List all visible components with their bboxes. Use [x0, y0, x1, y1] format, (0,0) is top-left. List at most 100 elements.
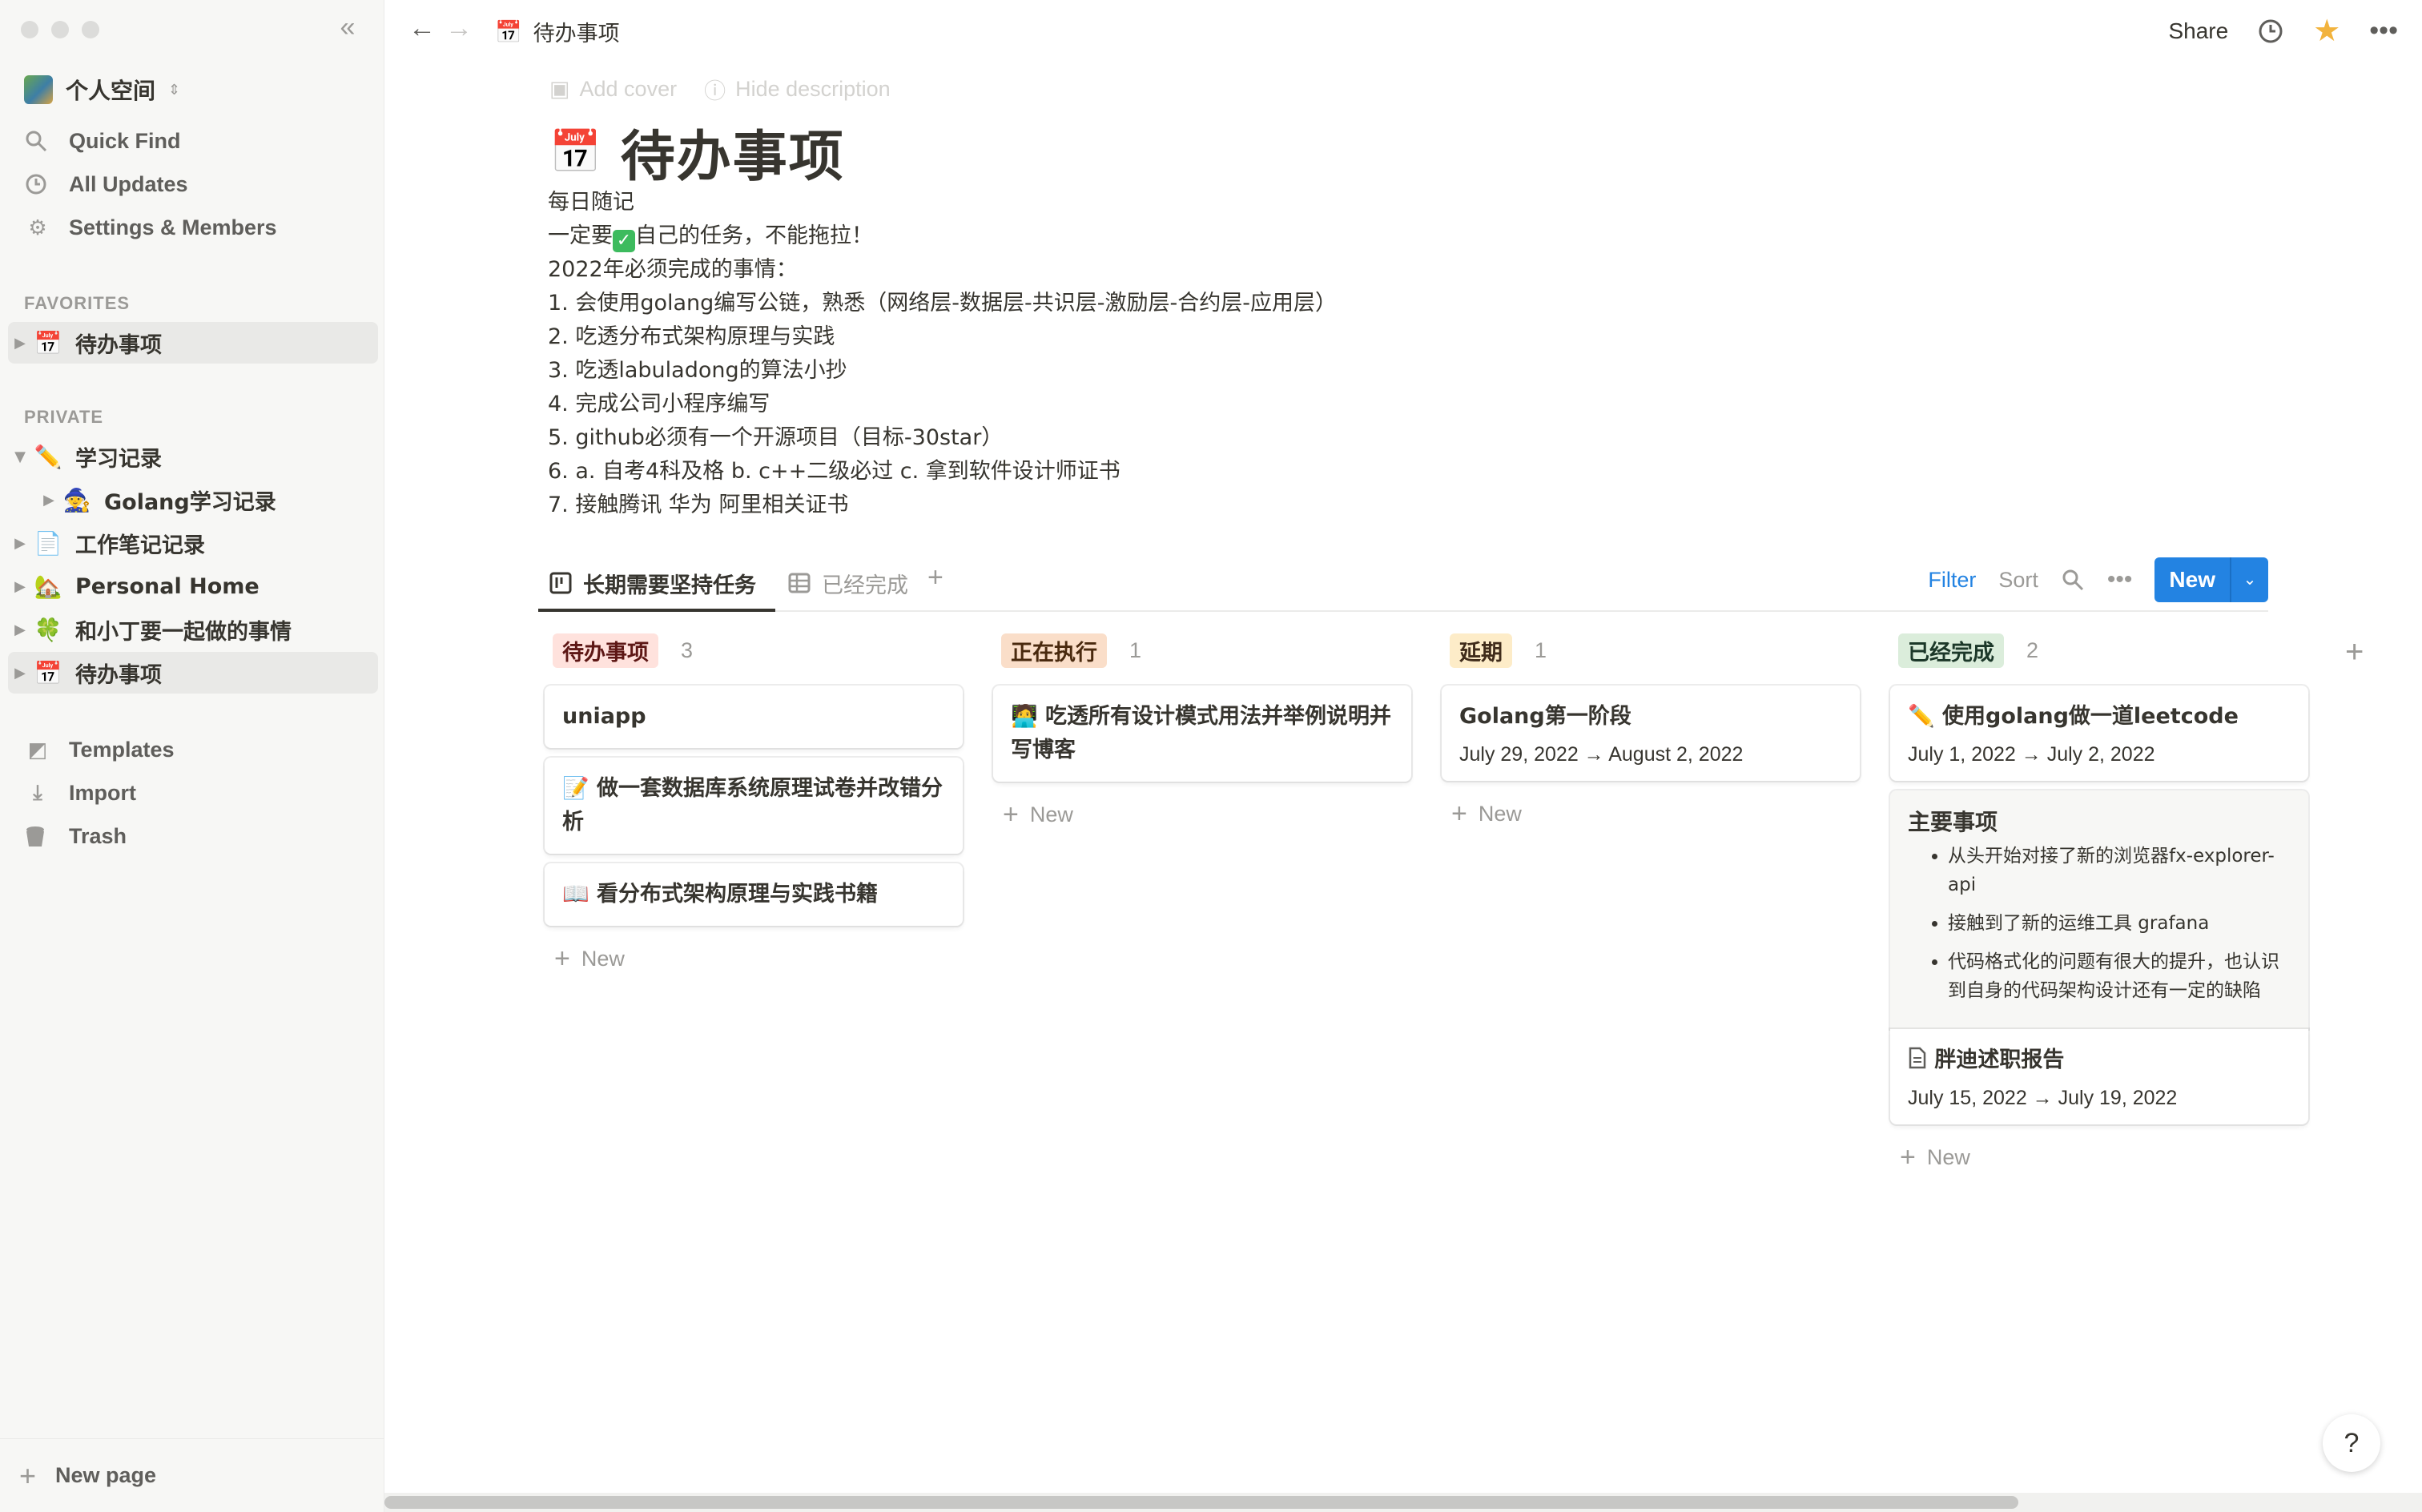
plus-icon: + [1900, 1142, 1916, 1172]
tab-table-view[interactable]: 已经完成 [788, 564, 908, 602]
board-card[interactable]: uniapp [545, 686, 963, 748]
column-header[interactable]: 待办事项 3 [545, 633, 963, 668]
hide-description-button[interactable]: ⓘ Hide description [704, 74, 891, 105]
breadcrumb[interactable]: 📅 待办事项 [495, 16, 620, 47]
board-card[interactable]: 📖 看分布式架构原理与实践书籍 [545, 863, 963, 926]
topbar: ← → 📅 待办事项 Share ★ ••• [384, 0, 2422, 61]
breadcrumb-page-title: 待办事项 [533, 22, 620, 46]
new-record-button[interactable]: New [2154, 557, 2230, 602]
settings-members-button[interactable]: ⚙ Settings & Members [24, 211, 276, 243]
description-line: 2. 吃透分布式架构原理与实践 [548, 324, 835, 349]
sidebar-item-shared-plans[interactable]: ▶ 🍀 和小丁要一起做的事情 [8, 609, 378, 650]
column-header[interactable]: 延期 1 [1442, 633, 1860, 668]
plus-icon: + [1451, 798, 1467, 829]
search-icon[interactable] [2061, 568, 2085, 592]
collapse-sidebar-icon[interactable]: « [333, 14, 362, 42]
page-title-row: 📅 待办事项 [549, 112, 845, 191]
favorites-section-label: FAVORITES [24, 293, 131, 313]
history-clock-icon[interactable] [2257, 18, 2284, 45]
add-view-plus-icon[interactable]: + [927, 562, 943, 593]
status-tag: 待办事项 [553, 633, 658, 668]
search-icon [24, 129, 51, 153]
sidebar-item-personal-home[interactable]: ▶ 🏡 Personal Home [8, 565, 378, 607]
horizontal-scrollbar[interactable] [384, 1493, 2422, 1512]
forward-arrow-icon[interactable]: → [445, 13, 473, 44]
minimize-window-button[interactable] [51, 21, 69, 38]
add-group-plus-icon[interactable]: + [2345, 634, 2364, 670]
board-card[interactable]: 胖迪述职报告 July 15, 2022 → July 19, 2022 [1890, 1029, 2308, 1124]
close-window-button[interactable] [21, 21, 38, 38]
sidebar-item-golang-notes[interactable]: ▶ 🧙 Golang学习记录 [8, 479, 378, 521]
page-description[interactable]: 每日随记 一定要 ✓ 自己的任务，不能拖拉！ 2022年必须完成的事情： 1. 会使… [548, 186, 1337, 522]
board-card[interactable]: ✏️ 使用golang做一道leetcode July 1, 2022 → Ju… [1890, 686, 2308, 781]
tab-board-view[interactable]: 长期需要坚持任务 [549, 564, 756, 602]
add-card-label: New [1478, 802, 1522, 826]
expand-triangle-icon[interactable]: ▶ [8, 621, 32, 638]
sidebar-item-work-notes[interactable]: ▶ 📄 工作笔记记录 [8, 522, 378, 564]
column-count: 2 [2026, 637, 2039, 662]
expand-triangle-icon[interactable]: ▶ [8, 335, 32, 352]
chevron-down-icon[interactable]: ⌄ [2230, 557, 2268, 602]
column-count: 1 [1535, 637, 1547, 662]
sidebar-item-study-notes[interactable]: ▼ ✏️ 学习记录 [8, 436, 378, 477]
add-card-button[interactable]: + New [1442, 798, 1860, 830]
expand-triangle-icon[interactable]: ▶ [8, 578, 32, 595]
description-text: 自己的任务，不能拖拉！ [635, 223, 873, 248]
import-button[interactable]: ⤓ Import [24, 777, 136, 809]
calendar-emoji-icon: 📅 [34, 329, 62, 356]
all-updates-button[interactable]: All Updates [24, 168, 188, 200]
window-controls [21, 21, 99, 38]
more-options-icon[interactable]: ••• [2107, 566, 2133, 593]
help-button[interactable]: ? [2323, 1414, 2380, 1472]
scrollbar-thumb[interactable] [384, 1496, 2018, 1509]
add-card-button[interactable]: + New [1890, 1142, 2308, 1173]
all-updates-label: All Updates [69, 171, 188, 196]
sidebar-item-todo[interactable]: ▶ 📅 待办事项 [8, 652, 378, 694]
calendar-emoji-icon[interactable]: 📅 [549, 127, 601, 176]
favorite-item-todo[interactable]: ▶ 📅 待办事项 [8, 322, 378, 364]
import-icon: ⤓ [33, 780, 42, 804]
chevron-updown-icon: ⇕ [168, 81, 181, 98]
plus-icon: + [19, 1458, 37, 1492]
preview-list-item: 接触到了新的运维工具 grafana [1948, 909, 2291, 938]
board-card[interactable]: 📝 做一套数据库系统原理试卷并改错分析 [545, 758, 963, 854]
description-line: 7. 接触腾讯 华为 阿里相关证书 [548, 493, 849, 517]
quick-find-button[interactable]: Quick Find [24, 125, 181, 157]
expand-triangle-icon[interactable]: ▶ [37, 492, 61, 509]
new-page-label: New page [55, 1463, 157, 1487]
templates-button[interactable]: ◩ Templates [24, 734, 175, 766]
column-header[interactable]: 正在执行 1 [993, 633, 1411, 668]
card-title-row: 📝 做一套数据库系统原理试卷并改错分析 [562, 772, 945, 839]
trash-button[interactable]: Trash [24, 820, 127, 852]
plus-icon: + [1003, 799, 1019, 830]
board-card[interactable]: Golang第一阶段 July 29, 2022 → August 2, 202… [1442, 686, 1860, 781]
card-date-range: July 29, 2022 → August 2, 2022 [1459, 743, 1744, 766]
page-title[interactable]: 待办事项 [621, 112, 845, 191]
add-card-button[interactable]: + New [545, 943, 963, 975]
column-header[interactable]: 已经完成 2 [1890, 633, 2308, 668]
more-options-icon[interactable]: ••• [2369, 15, 2398, 46]
collapse-triangle-icon[interactable]: ▼ [8, 448, 32, 465]
share-button[interactable]: Share [2168, 18, 2228, 44]
trash-icon [24, 824, 51, 848]
expand-triangle-icon[interactable]: ▶ [8, 665, 32, 682]
filter-button[interactable]: Filter [1928, 568, 1976, 593]
expand-triangle-icon[interactable]: ▶ [8, 535, 32, 552]
add-cover-button[interactable]: ▣ Add cover [549, 74, 677, 105]
workspace-switcher[interactable]: 个人空间 ⇕ [24, 75, 180, 104]
sidebar-item-label: 和小丁要一起做的事情 [75, 619, 292, 645]
star-icon[interactable]: ★ [2313, 13, 2340, 49]
new-record-button-group: New ⌄ [2154, 557, 2268, 602]
board-card[interactable]: 🧑‍💻 吃透所有设计模式用法并举例说明并写博客 [993, 686, 1411, 782]
new-page-button[interactable]: + New page [0, 1438, 384, 1512]
card-page-preview[interactable]: 主要事项 从头开始对接了新的浏览器fx-explorer-api 接触到了新的运… [1890, 790, 2308, 1029]
workspace-avatar [24, 75, 53, 104]
back-arrow-icon[interactable]: ← [408, 13, 436, 44]
maximize-window-button[interactable] [82, 21, 99, 38]
sort-button[interactable]: Sort [1998, 568, 2038, 593]
description-text: 一定要 [548, 223, 613, 248]
favorite-item-label: 待办事项 [75, 332, 162, 358]
add-card-button[interactable]: + New [993, 799, 1411, 830]
card-title: 使用golang做一道leetcode [1942, 704, 2239, 729]
description-line: 6. a. 自考4科及格 b. c++二级必过 c. 拿到软件设计师证书 [548, 459, 1120, 484]
